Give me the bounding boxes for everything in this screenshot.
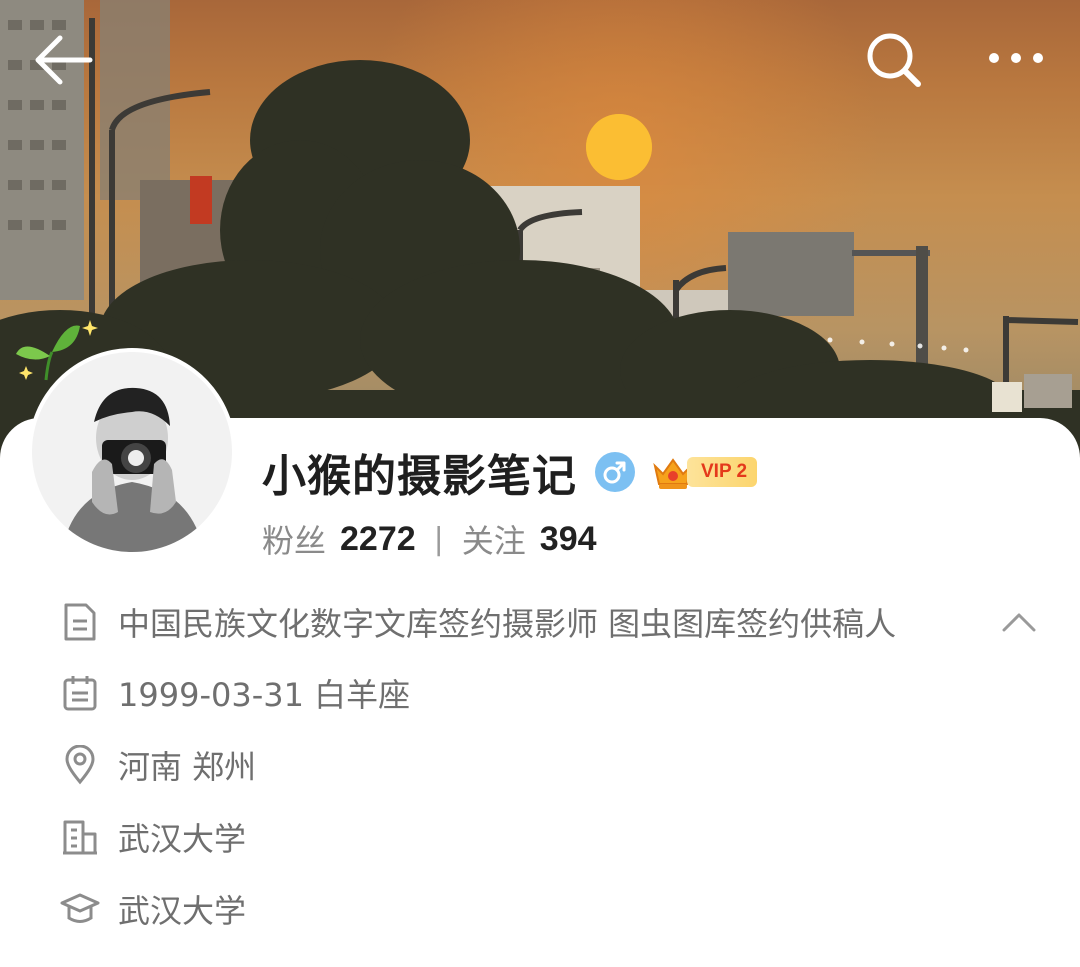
sprout-decoration-icon [16,320,98,381]
building-icon [60,817,100,857]
search-icon [867,33,921,87]
graduation-cap-icon [60,889,100,929]
vip-badge[interactable]: VIP 2 [651,452,758,492]
search-button[interactable] [862,28,926,92]
vip-level-label: VIP 2 [687,457,758,487]
male-icon [603,461,626,484]
following-count: 394 [539,519,597,558]
followers-stat[interactable]: 粉丝 2272 [262,516,416,562]
stats-separator: | [433,521,444,557]
followers-label: 粉丝 [262,522,327,560]
gender-badge [595,452,635,492]
bio-row: 中国民族文化数字文库签约摄影师 图虫图库签约供稿人 [60,594,896,650]
location-row: 河南 郑州 [60,737,256,793]
followers-count: 2272 [340,519,416,558]
location-pin-icon [60,745,100,785]
profile-name-row: 小猴的摄影笔记 VIP 2 [262,440,758,504]
school-text: 武汉大学 [118,892,247,930]
bio-text: 中国民族文化数字文库签约摄影师 图虫图库签约供稿人 [118,605,897,643]
more-dots-icon [989,53,1043,63]
calendar-icon [60,673,100,713]
document-icon [60,602,100,642]
school-row: 武汉大学 [60,881,246,937]
birthday-text: 1999-03-31 白羊座 [118,676,411,714]
company-row: 武汉大学 [60,809,246,865]
chevron-up-icon[interactable] [998,602,1040,644]
location-text: 河南 郑州 [118,748,257,786]
following-stat[interactable]: 关注 394 [462,516,597,562]
company-text: 武汉大学 [118,820,247,858]
following-label: 关注 [461,522,526,560]
profile-name: 小猴的摄影笔记 [262,451,577,502]
more-button[interactable] [980,28,1052,92]
birthday-row: 1999-03-31 白羊座 [60,665,410,721]
arrow-left-icon [35,35,93,85]
follow-stats: 粉丝 2272 | 关注 394 [262,516,597,562]
back-button[interactable] [30,28,100,92]
